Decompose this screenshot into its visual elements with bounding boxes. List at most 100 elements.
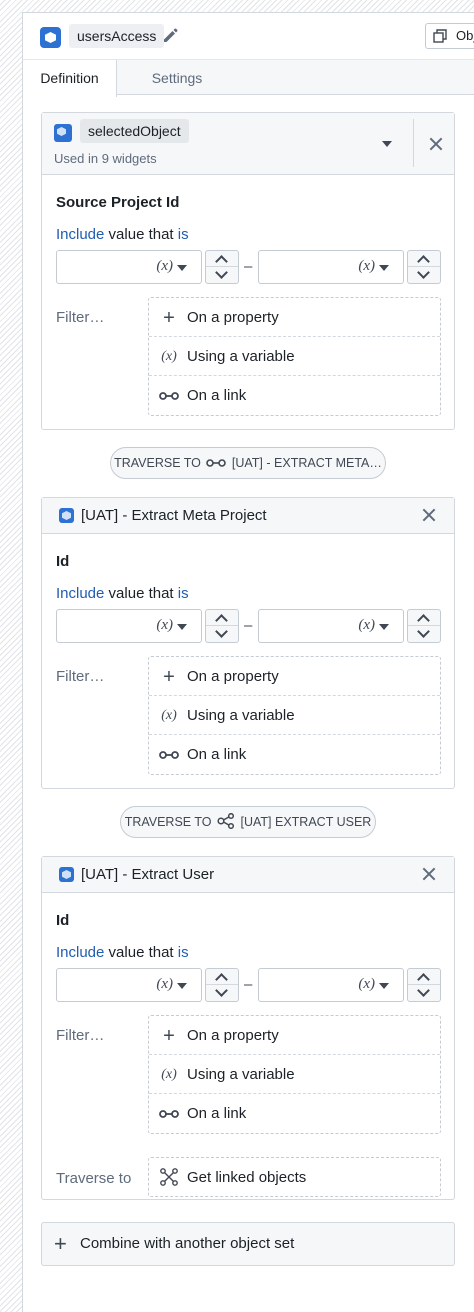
traverse-target: [UAT] EXTRACT USER (240, 815, 372, 829)
increment-button[interactable] (408, 969, 440, 986)
close-icon[interactable] (427, 135, 445, 153)
usage-count[interactable]: 9 widgets (102, 151, 157, 166)
tab-settings[interactable]: Settings (117, 60, 237, 96)
usage-prefix: Used in (54, 151, 99, 166)
decrement-button[interactable] (206, 266, 238, 283)
operator-select[interactable]: is (178, 585, 189, 602)
range-max-stepper[interactable] (407, 250, 441, 284)
object-type-icon (54, 124, 72, 142)
chevron-down-icon (215, 984, 228, 997)
variable-icon: (x) (161, 1067, 177, 1082)
variable-token[interactable]: (x) (156, 976, 173, 993)
chevron-down-icon[interactable] (379, 983, 389, 989)
graph-icon (217, 812, 235, 830)
operator-select[interactable]: is (178, 944, 189, 961)
include-text: value that (108, 226, 174, 243)
variable-name[interactable]: usersAccess (69, 24, 165, 48)
increment-button[interactable] (408, 251, 440, 268)
chevron-down-icon (417, 984, 430, 997)
card-title: [UAT] - Extract Meta Project (81, 507, 267, 524)
source-card-header: selectedObject Used in 9 widgets (42, 113, 454, 175)
chevron-down-icon[interactable] (177, 983, 187, 989)
variable-token[interactable]: (x) (358, 258, 375, 275)
filter-on-property[interactable]: + On a property (149, 1016, 440, 1055)
range-max-input[interactable]: (x) (258, 968, 404, 1002)
tab-definition[interactable]: Definition (23, 60, 117, 97)
include-text: value that (108, 585, 174, 602)
decrement-button[interactable] (408, 984, 440, 1001)
plus-icon: + (163, 307, 175, 329)
close-icon[interactable] (420, 506, 438, 524)
increment-button[interactable] (206, 251, 238, 268)
variable-token[interactable]: (x) (156, 258, 173, 275)
chevron-down-icon[interactable] (177, 265, 187, 271)
range-min-stepper[interactable] (205, 250, 239, 284)
object-view-button[interactable]: Obj (425, 23, 474, 49)
chevron-down-icon[interactable] (177, 624, 187, 630)
filter-on-property[interactable]: + On a property (149, 657, 440, 696)
filter-using-variable[interactable]: (x) Using a variable (149, 696, 440, 735)
filter-using-variable[interactable]: (x) Using a variable (149, 337, 440, 376)
object-set-icon (40, 27, 61, 48)
range-min-stepper[interactable] (205, 968, 239, 1002)
traverse-label: Traverse to (56, 1170, 132, 1187)
get-linked-objects-option[interactable]: Get linked objects (149, 1158, 440, 1197)
include-select[interactable]: Include (56, 944, 104, 961)
filter-on-link[interactable]: On a link (149, 1094, 440, 1133)
linked-objects-icon (160, 1168, 178, 1186)
filter-on-property[interactable]: + On a property (149, 298, 440, 337)
range-dash: – (244, 258, 253, 275)
header-divider (413, 119, 414, 167)
combine-object-set-button[interactable]: + Combine with another object set (41, 1222, 455, 1266)
pencil-icon[interactable] (160, 25, 180, 45)
range-min-stepper[interactable] (205, 609, 239, 643)
chevron-down-icon[interactable] (382, 141, 392, 147)
selected-object-tag[interactable]: selectedObject (80, 119, 189, 143)
filter-using-variable[interactable]: (x) Using a variable (149, 1055, 440, 1094)
range-min-input[interactable]: (x) (56, 609, 202, 643)
chevron-down-icon (417, 625, 430, 638)
plus-icon: + (163, 666, 175, 688)
link-icon (159, 751, 179, 759)
range-max-input[interactable]: (x) (258, 250, 404, 284)
variable-token[interactable]: (x) (358, 976, 375, 993)
decrement-button[interactable] (408, 625, 440, 642)
field-title: Source Project Id (56, 194, 180, 211)
range-max-stepper[interactable] (407, 609, 441, 643)
card-header: [UAT] - Extract User (42, 857, 454, 893)
include-select[interactable]: Include (56, 585, 104, 602)
close-icon[interactable] (420, 865, 438, 883)
operator-select[interactable]: is (178, 226, 189, 243)
decrement-button[interactable] (206, 625, 238, 642)
filter-on-link[interactable]: On a link (149, 735, 440, 774)
traverse-pill[interactable]: TRAVERSE TO [UAT] EXTRACT USER (120, 806, 376, 838)
range-min-input[interactable]: (x) (56, 968, 202, 1002)
variable-token[interactable]: (x) (358, 617, 375, 634)
decrement-button[interactable] (408, 266, 440, 283)
range-min-input[interactable]: (x) (56, 250, 202, 284)
filter-option-label: On a property (187, 668, 279, 685)
link-icon (159, 1110, 179, 1118)
variable-token[interactable]: (x) (156, 617, 173, 634)
chevron-down-icon[interactable] (379, 624, 389, 630)
decrement-button[interactable] (206, 984, 238, 1001)
filter-label: Filter… (56, 668, 105, 685)
increment-button[interactable] (206, 969, 238, 986)
range-max-stepper[interactable] (407, 968, 441, 1002)
field-title: Id (56, 553, 70, 570)
link-icon (206, 459, 227, 467)
plus-icon: + (163, 1025, 175, 1047)
traverse-pill[interactable]: TRAVERSE TO [UAT] - EXTRACT META… (110, 447, 386, 479)
include-select[interactable]: Include (56, 226, 104, 243)
filter-label: Filter… (56, 1027, 105, 1044)
chevron-down-icon[interactable] (379, 265, 389, 271)
increment-button[interactable] (408, 610, 440, 627)
filter-option-label: On a property (187, 309, 279, 326)
plus-icon: + (54, 1231, 67, 1256)
increment-button[interactable] (206, 610, 238, 627)
include-row: Include value that is (56, 944, 189, 961)
filter-on-link[interactable]: On a link (149, 376, 440, 415)
field-title: Id (56, 912, 70, 929)
range-max-input[interactable]: (x) (258, 609, 404, 643)
usage-text: Used in 9 widgets (54, 151, 157, 166)
